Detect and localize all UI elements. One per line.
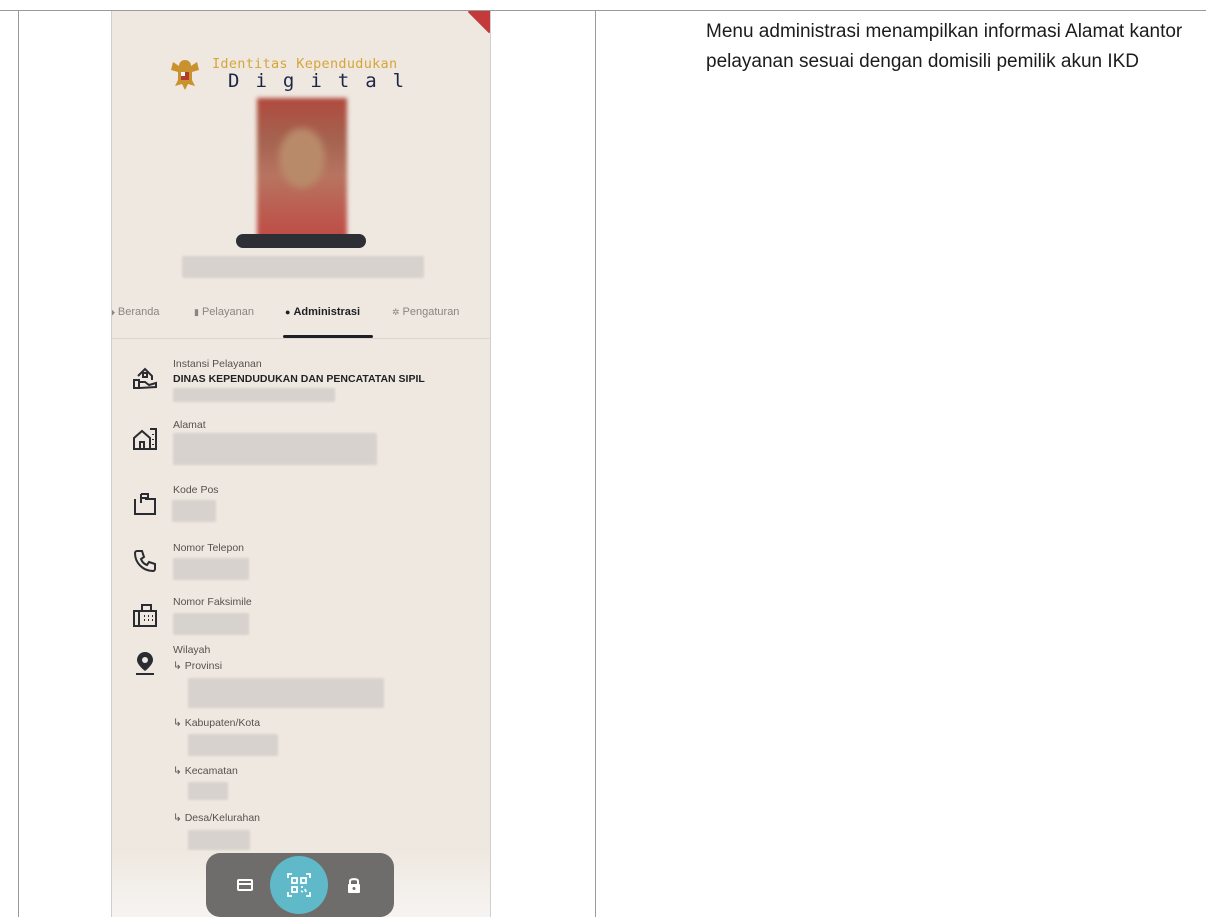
garuda-emblem-icon (171, 60, 199, 90)
tabs-divider (112, 338, 490, 339)
redacted-kecamatan (188, 782, 228, 800)
provinsi-label: ↳ Provinsi (173, 660, 223, 672)
fax-icon (133, 604, 157, 627)
tab-label: Pengaturan (402, 306, 460, 318)
redacted-kabupaten (188, 734, 278, 756)
redacted-name (182, 256, 424, 278)
instansi-label: Instansi Pelayanan (173, 358, 262, 370)
tab-label: Pelayanan (201, 306, 254, 318)
redacted-alamat (173, 433, 377, 465)
kode-pos-label: Kode Pos (173, 484, 219, 496)
tab-beranda[interactable]: ◆ Beranda (112, 306, 160, 318)
profile-photo (257, 98, 347, 240)
home-city-icon (133, 428, 157, 450)
redacted-nik-pill (236, 234, 366, 248)
alamat-label: Alamat (173, 419, 206, 431)
tab-bar: ◆ Beranda ▮ Pelayanan ● Administrasi ✲ P… (112, 302, 490, 342)
qr-scan-button[interactable] (270, 856, 328, 914)
telepon-label: Nomor Telepon (173, 542, 245, 554)
gear-icon: ✲ (392, 306, 400, 317)
tab-pelayanan[interactable]: ▮ Pelayanan (194, 306, 254, 318)
tab-administrasi[interactable]: ● Administrasi (285, 306, 360, 318)
office-building-hand-icon (133, 367, 157, 389)
tab-label: Beranda (117, 306, 160, 318)
instansi-value: DINAS KEPENDUDUKAN DAN PENCATATAN SIPIL (173, 373, 425, 385)
phone-screenshot: Identitas Kependudukan Digital ◆ Beranda… (111, 11, 491, 917)
account-circle-icon: ● (285, 307, 291, 317)
map-marker-icon (136, 652, 154, 675)
bottom-navigation (206, 853, 394, 917)
debug-ribbon (467, 11, 490, 34)
qr-scan-icon (287, 873, 311, 897)
tab-pengaturan[interactable]: ✲ Pengaturan (392, 306, 459, 318)
phone-icon (133, 550, 156, 573)
redacted-provinsi (188, 678, 384, 708)
faksimile-label: Nomor Faksimile (173, 596, 252, 608)
table-border-middle (595, 10, 596, 917)
document-icon: ▮ (194, 306, 199, 317)
desa-label: ↳ Desa/Kelurahan (173, 812, 261, 824)
wilayah-label: Wilayah (173, 644, 211, 656)
redacted-kode-pos (172, 500, 216, 522)
redacted-faksimile (173, 613, 249, 635)
lock-icon[interactable] (344, 875, 364, 895)
app-logo: Identitas Kependudukan Digital (170, 56, 420, 94)
redacted-instansi-detail (173, 388, 335, 402)
redacted-telepon (173, 558, 249, 580)
kecamatan-label: ↳ Kecamatan (173, 765, 238, 777)
tab-label: Administrasi (293, 306, 361, 318)
kabupaten-label: ↳ Kabupaten/Kota (173, 717, 261, 729)
mailbox-icon (134, 493, 156, 515)
brand-subtitle: Digital (228, 70, 421, 92)
card-icon[interactable] (235, 875, 255, 895)
home-icon: ◆ (112, 307, 115, 318)
redacted-desa (188, 830, 250, 850)
description-caption: Menu administrasi menampilkan informasi … (706, 21, 1183, 72)
table-border-left (18, 10, 19, 917)
